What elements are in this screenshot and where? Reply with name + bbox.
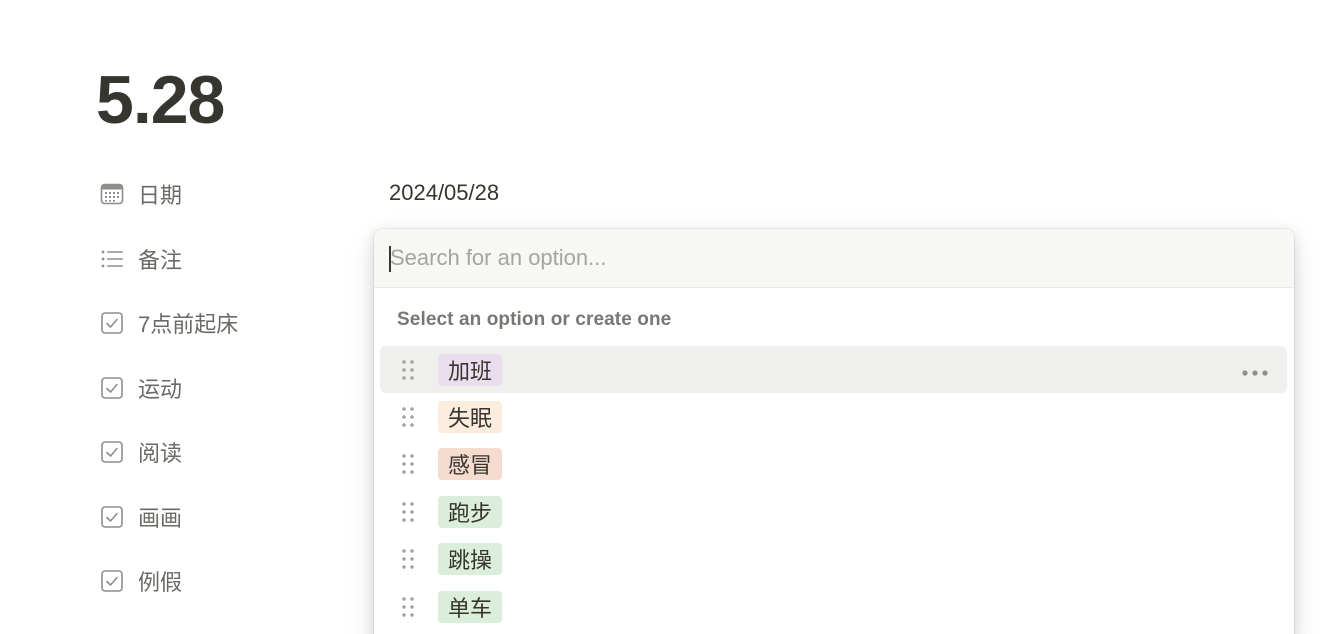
text-caret (389, 246, 391, 272)
option-tag: 感冒 (438, 448, 503, 481)
drag-handle-icon[interactable] (401, 501, 415, 523)
date-value[interactable]: 2024/05/28 (389, 176, 499, 210)
option-tag: 单车 (438, 590, 503, 623)
calendar-icon (98, 180, 126, 208)
property-drawing[interactable]: 画画 (98, 499, 182, 535)
search-input[interactable] (388, 239, 1270, 277)
list-icon (98, 245, 126, 273)
property-note[interactable]: 备注 (98, 241, 182, 277)
property-wake-early[interactable]: 7点前起床 (98, 305, 238, 341)
checkbox-icon (98, 567, 126, 595)
option-tag: 跳操 (438, 543, 503, 576)
option-item[interactable]: 跳操 (380, 536, 1287, 583)
property-period[interactable]: 例假 (98, 563, 182, 599)
checkbox-icon (98, 374, 126, 402)
property-label-note: 备注 (138, 248, 183, 273)
page: 5.28 日期 备注 7点前起床 运动 阅读 画画 例假 2024/05/28 … (0, 0, 1328, 634)
property-reading[interactable]: 阅读 (98, 434, 182, 470)
option-item[interactable]: 跑步 (380, 488, 1287, 535)
option-item[interactable]: 感冒 (380, 441, 1287, 488)
option-tag: 跑步 (438, 495, 503, 528)
select-option-dropdown: Select an option or create one 加班 失眠 (374, 229, 1294, 634)
drag-handle-icon[interactable] (401, 596, 415, 618)
drag-handle-icon[interactable] (401, 548, 415, 570)
more-horizontal-icon[interactable] (1241, 365, 1269, 376)
drag-handle-icon[interactable] (401, 359, 415, 381)
option-item[interactable]: 单车 (380, 583, 1287, 630)
property-label-wake-early: 7点前起床 (138, 312, 239, 337)
option-item[interactable]: 失眠 (380, 393, 1287, 440)
checkbox-icon (98, 438, 126, 466)
property-label-drawing: 画画 (138, 506, 183, 531)
property-date[interactable]: 日期 (98, 176, 182, 212)
checkbox-icon (98, 309, 126, 337)
property-label-date: 日期 (138, 183, 183, 208)
page-title[interactable]: 5.28 (96, 60, 225, 140)
drag-handle-icon[interactable] (401, 406, 415, 428)
search-bar (374, 229, 1294, 288)
drag-handle-icon[interactable] (401, 453, 415, 475)
property-label-period: 例假 (138, 570, 183, 595)
option-item[interactable]: 加班 (380, 346, 1287, 394)
property-label-reading: 阅读 (138, 441, 183, 466)
option-hint: Select an option or create one (397, 309, 672, 330)
option-list: 加班 失眠 感冒 跑步 跳操 单车 (380, 346, 1287, 630)
option-tag: 失眠 (438, 401, 503, 434)
property-label-exercise: 运动 (138, 377, 183, 402)
checkbox-icon (98, 503, 126, 531)
property-exercise[interactable]: 运动 (98, 370, 182, 406)
option-tag: 加班 (438, 353, 503, 386)
